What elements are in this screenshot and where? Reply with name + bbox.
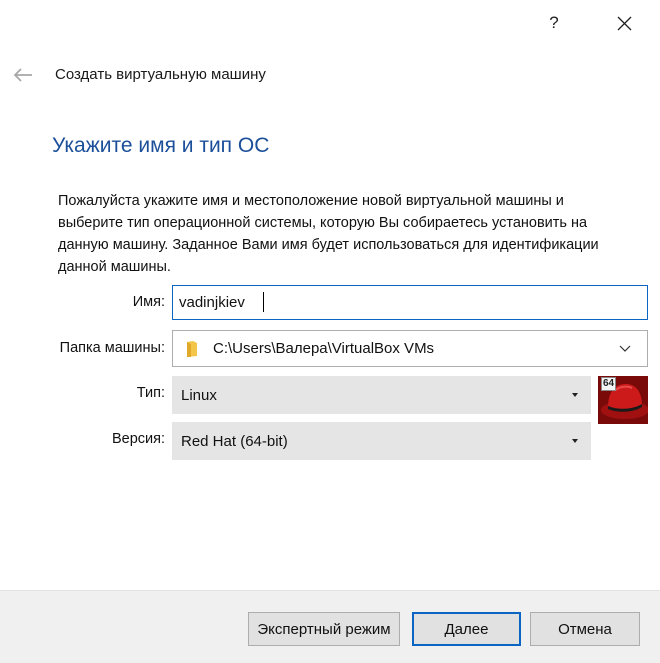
back-arrow-icon: [13, 68, 32, 82]
create-vm-dialog: ? Создать виртуальную машину Укажите имя…: [0, 0, 660, 663]
machine-folder-combo[interactable]: C:\Users\Валера\VirtualBox VMs: [172, 330, 648, 367]
dialog-footer: Экспертный режим Далее Отмена: [0, 590, 660, 663]
folder-label: Папка машины:: [59, 340, 165, 356]
type-label: Тип:: [136, 385, 165, 401]
os-version-select[interactable]: Red Hat (64-bit): [172, 422, 591, 460]
dropdown-arrow-icon: [572, 439, 578, 443]
os-type-select[interactable]: Linux: [172, 376, 591, 414]
version-label: Версия:: [111, 431, 165, 447]
folder-icon: [185, 340, 199, 358]
name-label: Имя:: [132, 294, 165, 310]
dropdown-arrow-icon: [572, 393, 578, 397]
description-text: Пожалуйста укажите имя и местоположение …: [58, 193, 599, 275]
os-version-value: Red Hat (64-bit): [181, 432, 288, 450]
text-caret: [263, 292, 264, 312]
chevron-down-icon[interactable]: [615, 343, 635, 355]
os-64bit-badge: 64: [601, 377, 617, 391]
back-button[interactable]: [10, 64, 36, 86]
name-input[interactable]: [172, 285, 648, 320]
close-icon: [617, 16, 631, 30]
page-heading: Укажите имя и тип ОС: [52, 134, 270, 157]
close-button[interactable]: [606, 8, 642, 38]
cancel-button[interactable]: Отмена: [530, 612, 640, 646]
help-icon: ?: [549, 13, 559, 32]
help-button[interactable]: ?: [536, 8, 572, 38]
folder-path: C:\Users\Валера\VirtualBox VMs: [213, 340, 435, 357]
os-type-value: Linux: [181, 386, 217, 404]
wizard-title: Создать виртуальную машину: [55, 66, 266, 83]
next-button[interactable]: Далее: [412, 612, 521, 646]
expert-mode-button[interactable]: Экспертный режим: [248, 612, 400, 646]
